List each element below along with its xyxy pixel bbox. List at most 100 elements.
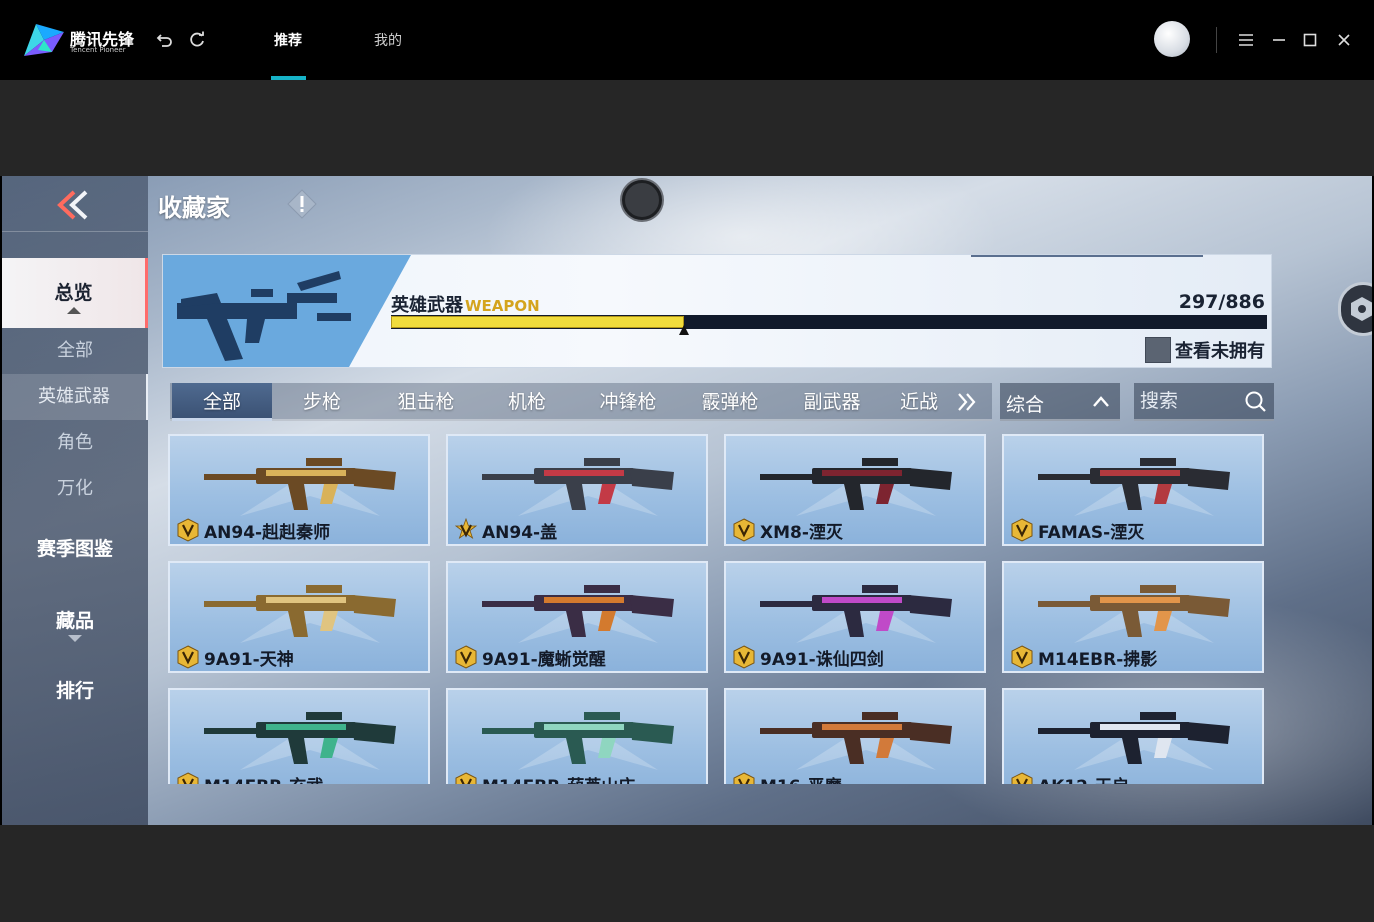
sidebar-item-overview[interactable]: 总览	[2, 258, 148, 328]
category-tab-bar: 全部 步枪 狙击枪 机枪 冲锋枪 霰弹枪 副武器 近战	[170, 383, 992, 421]
rifle-silhouette-icon	[177, 271, 351, 361]
game-screen: 收藏家 总览 全部 英雄武器 角色 万化 赛季图鉴 藏品 排行 英雄武器 WEA…	[2, 176, 1372, 825]
banner-label-cn: 英雄武器	[391, 295, 463, 316]
weapon-skin-image	[1038, 712, 1230, 764]
weapon-card[interactable]: M16-恶魔	[724, 688, 986, 784]
weapon-name: 9A91-诛仙四剑	[760, 649, 884, 670]
weapon-card-footer: AN94-盖	[448, 516, 706, 544]
menu-icon[interactable]	[1234, 28, 1258, 52]
rarity-v-badge-icon	[454, 518, 478, 540]
weapon-card[interactable]: M14EBR-拂影	[1002, 561, 1264, 673]
app-logo[interactable]: 腾讯先锋 Tencent Pioneer	[22, 20, 134, 60]
weapon-skin-image	[204, 712, 396, 764]
sidebar-item-characters[interactable]: 角色	[2, 420, 148, 466]
sidebar-divider	[2, 231, 148, 232]
sidebar-item-hero-weapons[interactable]: 英雄武器	[2, 374, 148, 420]
show-unowned-toggle[interactable]: 查看未拥有	[1145, 337, 1265, 363]
tab-secondary[interactable]: 副武器	[780, 383, 884, 421]
weapon-card-footer: 9A91-诛仙四剑	[726, 643, 984, 671]
sidebar-item-collectibles[interactable]: 藏品	[2, 606, 148, 656]
info-icon[interactable]	[286, 188, 318, 220]
rarity-v-badge-icon	[733, 772, 755, 784]
sidebar-item-label: 全部	[57, 340, 93, 361]
sidebar-item-all[interactable]: 全部	[2, 328, 148, 374]
collection-progress-banner: 英雄武器 WEAPON 297/886 查看未拥有	[162, 254, 1272, 368]
weapon-card[interactable]: AK12-天启	[1002, 688, 1264, 784]
avatar[interactable]	[1154, 21, 1190, 57]
weapon-name: 9A91-魔蜥觉醒	[482, 649, 606, 670]
weapon-card[interactable]: FAMAS-湮灭	[1002, 434, 1264, 546]
maximize-icon[interactable]	[1298, 28, 1322, 52]
floating-settings-button[interactable]	[1338, 282, 1372, 336]
undo-icon[interactable]	[153, 28, 177, 52]
chevron-up-icon	[1093, 396, 1109, 407]
weapon-card-footer: AK12-天启	[1004, 770, 1262, 784]
weapon-card-footer: M16-恶魔	[726, 770, 984, 784]
weapon-name: XM8-湮灭	[760, 522, 843, 543]
rarity-v-badge-icon	[733, 518, 755, 542]
weapon-card[interactable]: AN94-盖	[446, 434, 708, 546]
weapon-card[interactable]: XM8-湮灭	[724, 434, 986, 546]
rarity-v-badge-icon	[177, 518, 199, 542]
rarity-v-badge-icon	[177, 645, 199, 669]
tab-shotgun[interactable]: 霰弹枪	[678, 383, 782, 421]
search-field	[1134, 383, 1274, 421]
tab-sniper[interactable]: 狙击枪	[374, 383, 478, 421]
weapon-skin-image	[760, 585, 952, 637]
weapon-name: M14EBR-葫芦山庄	[482, 772, 635, 785]
titlebar-divider	[1216, 27, 1217, 53]
sidebar-item-label: 排行	[55, 680, 94, 702]
tab-all[interactable]: 全部	[172, 383, 272, 421]
logo-mark-icon	[24, 24, 64, 56]
weapon-card-footer: FAMAS-湮灭	[1004, 516, 1262, 544]
banner-decoration-line	[971, 255, 1203, 257]
weapon-card-footer: M14EBR-拂影	[1004, 643, 1262, 671]
rarity-v-badge-icon	[1011, 518, 1033, 542]
weapon-name: M14EBR-玄武	[204, 772, 323, 785]
banner-label-en: WEAPON	[465, 297, 540, 315]
tab-smg[interactable]: 冲锋枪	[576, 383, 680, 421]
sidebar-item-wanhua[interactable]: 万化	[2, 466, 148, 512]
close-icon[interactable]	[1332, 28, 1356, 52]
weapon-card[interactable]: M14EBR-玄武	[168, 688, 430, 784]
search-input[interactable]	[1134, 383, 1242, 419]
sidebar-item-label: 角色	[57, 432, 93, 453]
weapon-name: AK12-天启	[1038, 772, 1129, 785]
weapon-skin-image	[760, 458, 952, 510]
weapon-skin-image	[482, 458, 674, 510]
double-chevron-right-icon[interactable]	[954, 388, 980, 416]
weapon-skin-image	[1038, 458, 1230, 510]
weapon-card[interactable]: 9A91-诛仙四剑	[724, 561, 986, 673]
tab-mine[interactable]: 我的	[374, 30, 402, 50]
show-unowned-checkbox[interactable]	[1145, 337, 1171, 363]
weapon-card[interactable]: 9A91-天神	[168, 561, 430, 673]
sort-dropdown[interactable]: 综合	[1000, 383, 1120, 421]
sidebar-item-season-atlas[interactable]: 赛季图鉴	[2, 526, 148, 572]
sidebar-item-label: 总览	[54, 282, 93, 304]
tab-machine-gun[interactable]: 机枪	[482, 383, 572, 421]
collection-progress-bar	[391, 315, 1267, 335]
page-title: 收藏家	[158, 194, 230, 222]
weapon-card-footer: AN94-赳赳秦师	[170, 516, 428, 544]
expand-triangle-icon	[68, 635, 82, 642]
weapon-card[interactable]: 9A91-魔蜥觉醒	[446, 561, 708, 673]
progress-bar-fill	[391, 316, 684, 328]
stream-letterbox-top	[0, 80, 1374, 176]
floating-record-button[interactable]	[622, 180, 662, 220]
tab-recommend[interactable]: 推荐	[274, 30, 302, 50]
weapon-card[interactable]: M14EBR-葫芦山庄	[446, 688, 708, 784]
tab-rifle[interactable]: 步枪	[274, 383, 370, 421]
search-icon[interactable]	[1244, 390, 1268, 414]
minimize-icon[interactable]	[1267, 28, 1291, 52]
hexagon-icon	[1351, 297, 1372, 321]
sidebar-item-label: 英雄武器	[38, 386, 110, 407]
back-chevron-icon[interactable]	[50, 188, 98, 222]
weapon-skin-image	[482, 585, 674, 637]
weapon-card[interactable]: AN94-赳赳秦师	[168, 434, 430, 546]
weapon-name: 9A91-天神	[204, 649, 294, 670]
sidebar-item-label: 藏品	[55, 610, 94, 632]
refresh-icon[interactable]	[185, 28, 209, 52]
tab-melee[interactable]: 近战	[900, 383, 960, 421]
weapon-skin-image	[760, 712, 952, 764]
sidebar-item-ranking[interactable]: 排行	[2, 668, 148, 714]
